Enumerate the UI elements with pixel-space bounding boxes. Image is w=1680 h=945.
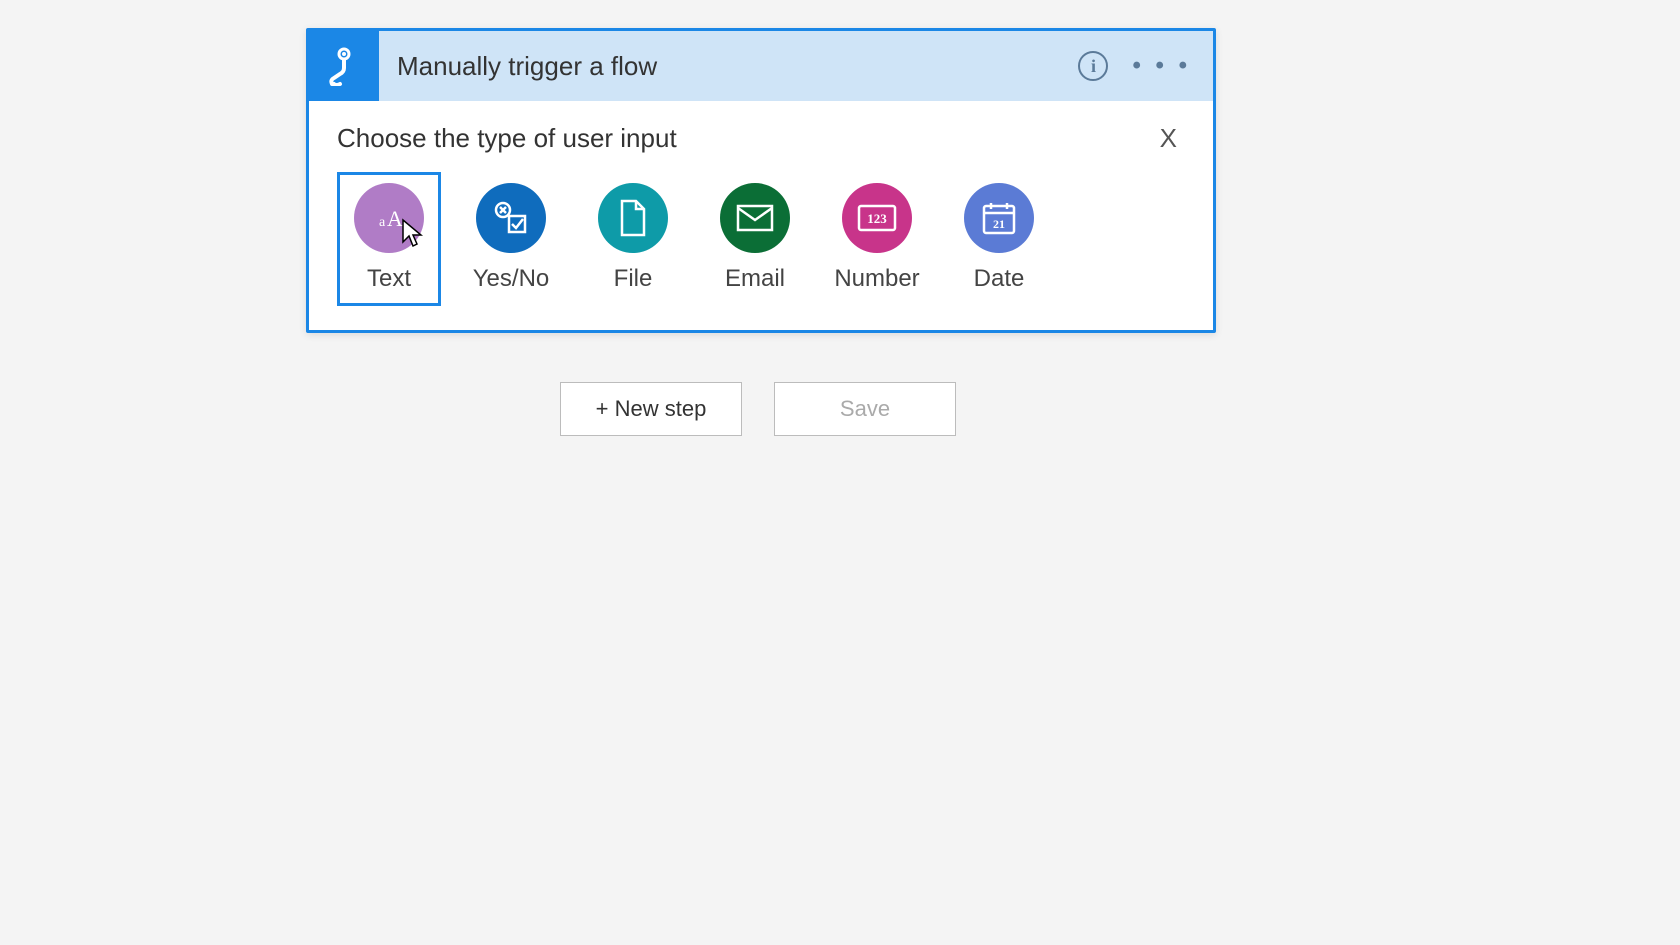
header-actions: i • • • xyxy=(1078,51,1213,81)
option-label: Email xyxy=(725,265,785,293)
yesno-icon xyxy=(476,183,546,253)
file-icon xyxy=(598,183,668,253)
card-header: Manually trigger a flow i • • • xyxy=(309,31,1213,101)
option-text[interactable]: a A Text xyxy=(337,172,441,306)
option-label: Text xyxy=(367,265,411,293)
option-yesno[interactable]: Yes/No xyxy=(459,172,563,306)
svg-text:A: A xyxy=(387,206,403,231)
save-button[interactable]: Save xyxy=(774,382,956,436)
info-icon[interactable]: i xyxy=(1078,51,1108,81)
input-type-options: a A Text Yes/No xyxy=(337,172,1185,306)
svg-text:123: 123 xyxy=(867,211,887,226)
card-title: Manually trigger a flow xyxy=(379,51,1078,82)
flow-actions: + New step Save xyxy=(560,382,956,436)
option-label: File xyxy=(614,265,653,293)
body-title: Choose the type of user input xyxy=(337,123,677,154)
option-date[interactable]: 21 Date xyxy=(947,172,1051,306)
svg-text:21: 21 xyxy=(993,217,1005,231)
option-file[interactable]: File xyxy=(581,172,685,306)
close-icon[interactable]: X xyxy=(1152,119,1185,158)
body-top: Choose the type of user input X xyxy=(337,119,1185,158)
new-step-button[interactable]: + New step xyxy=(560,382,742,436)
text-icon: a A xyxy=(354,183,424,253)
date-icon: 21 xyxy=(964,183,1034,253)
trigger-card: Manually trigger a flow i • • • Choose t… xyxy=(306,28,1216,333)
option-label: Number xyxy=(834,265,919,293)
option-number[interactable]: 123 Number xyxy=(825,172,929,306)
option-label: Date xyxy=(974,265,1025,293)
number-icon: 123 xyxy=(842,183,912,253)
more-icon[interactable]: • • • xyxy=(1132,54,1191,78)
email-icon xyxy=(720,183,790,253)
option-email[interactable]: Email xyxy=(703,172,807,306)
trigger-icon xyxy=(309,31,379,101)
svg-text:a: a xyxy=(379,215,386,230)
option-label: Yes/No xyxy=(473,265,550,293)
card-body: Choose the type of user input X a A Text xyxy=(309,101,1213,330)
